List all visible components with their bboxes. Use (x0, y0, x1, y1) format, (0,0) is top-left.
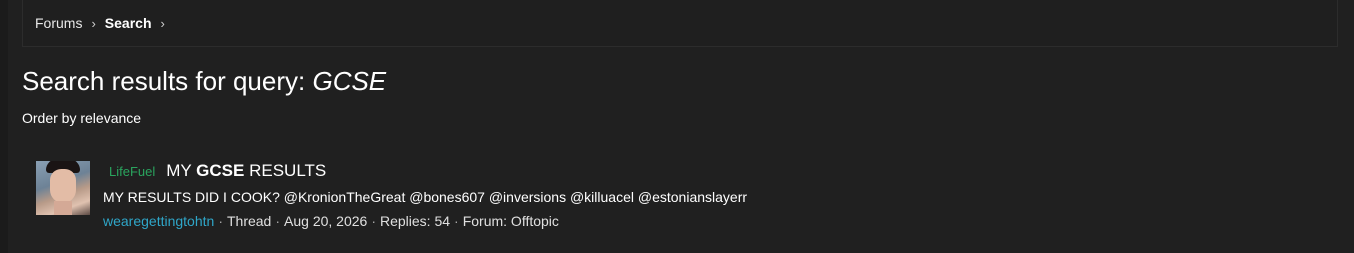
page-title: Search results for query: GCSE (22, 66, 386, 97)
result-title-row: LifeFuel MY GCSE RESULTS (103, 161, 326, 181)
breadcrumb-forums[interactable]: Forums (35, 15, 82, 31)
user-avatar[interactable] (36, 161, 90, 215)
query-highlight: GCSE (196, 161, 245, 180)
result-meta: wearegettingtohtn · Thread · Aug 20, 2026 · Re… (103, 213, 559, 229)
thread-prefix-badge[interactable]: LifeFuel (109, 164, 155, 179)
breadcrumb: Forums › Search › (35, 15, 174, 31)
breadcrumb-separator-icon: › (160, 15, 165, 31)
search-query: GCSE (312, 66, 387, 96)
breadcrumb-separator-icon: › (91, 15, 96, 31)
breadcrumb-bar: Forums › Search › (22, 0, 1338, 47)
thread-title-link[interactable]: MY GCSE RESULTS (166, 161, 326, 181)
result-replies: Replies: 54 (379, 213, 451, 229)
author-link[interactable]: wearegettingtohtn (103, 213, 214, 229)
order-by-relevance-link[interactable]: Order by relevance (22, 110, 141, 126)
page-title-prefix: Search results for query: (22, 66, 313, 96)
result-snippet: MY RESULTS DID I COOK? @KronionTheGreat … (103, 189, 748, 205)
result-type: Thread (226, 213, 272, 229)
search-result-item: LifeFuel MY GCSE RESULTS MY RESULTS DID … (36, 158, 1236, 238)
forum-link[interactable]: Forum: Offtopic (463, 213, 559, 229)
breadcrumb-search[interactable]: Search (105, 15, 152, 31)
result-date: Aug 20, 2026 (284, 213, 368, 229)
